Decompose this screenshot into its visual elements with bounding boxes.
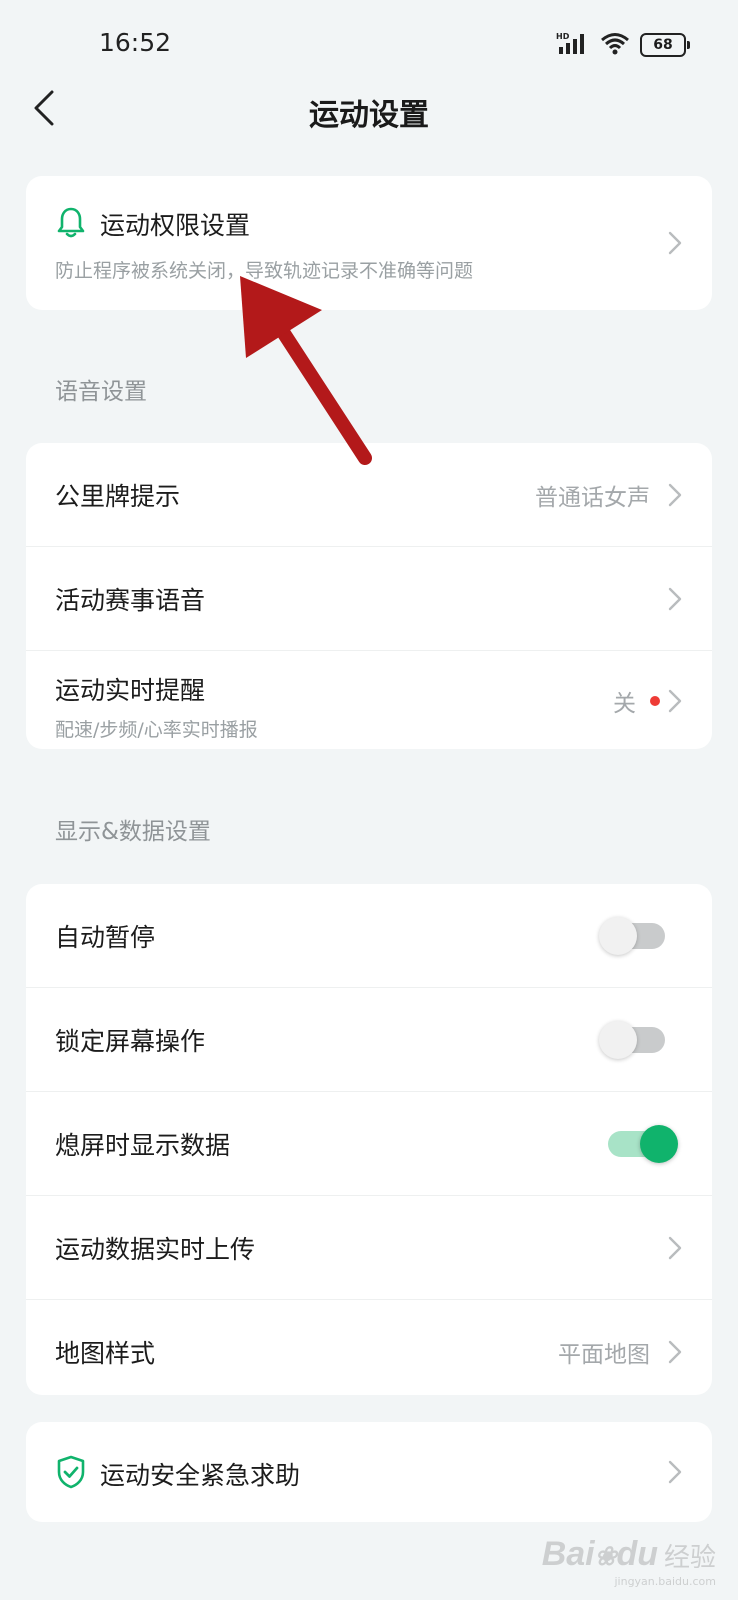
row-label: 运动数据实时上传 xyxy=(55,1234,256,1264)
emergency-help-title: 运动安全紧急求助 xyxy=(100,1461,301,1490)
watermark-text: 经验 xyxy=(663,1543,716,1573)
screen-off-data-toggle[interactable] xyxy=(608,1124,678,1163)
wifi-icon xyxy=(600,31,630,59)
row-map-style[interactable]: 地图样式 平面地图 xyxy=(26,1300,712,1395)
row-value: 普通话女声 xyxy=(535,484,650,511)
lock-screen-toggle[interactable] xyxy=(599,1020,665,1059)
row-label: 锁定屏幕操作 xyxy=(55,1026,206,1056)
signal-hd-icon: HD xyxy=(556,31,590,59)
permission-subtitle: 防止程序被系统关闭，导致轨迹记录不准确等问题 xyxy=(55,260,474,282)
status-icons: HD 68 xyxy=(556,30,690,60)
row-event-voice[interactable]: 活动赛事语音 xyxy=(26,547,712,651)
chevron-right-icon xyxy=(668,1340,682,1364)
permission-settings-card[interactable]: 运动权限设置 防止程序被系统关闭，导致轨迹记录不准确等问题 xyxy=(26,176,712,310)
chevron-right-icon xyxy=(668,587,682,611)
toggle-knob xyxy=(599,1020,637,1059)
display-settings-card: 自动暂停 锁定屏幕操作 熄屏时显示数据 运动数据实时上传 地图样式 平面地图 xyxy=(26,884,712,1395)
notification-dot xyxy=(650,696,660,706)
row-realtime-reminder[interactable]: 运动实时提醒 配速/步频/心率实时播报 关 xyxy=(26,651,712,749)
auto-pause-toggle[interactable] xyxy=(599,916,665,955)
section-label-display: 显示&数据设置 xyxy=(55,819,211,845)
watermark-url: jingyan.baidu.com xyxy=(614,1575,716,1588)
row-label: 公里牌提示 xyxy=(55,481,181,511)
battery-indicator: 68 xyxy=(640,33,690,57)
toggle-knob xyxy=(599,916,637,955)
emergency-help-card[interactable]: 运动安全紧急求助 xyxy=(26,1422,712,1522)
status-bar: 16:52 HD 68 xyxy=(0,0,738,88)
row-label: 熄屏时显示数据 xyxy=(55,1130,231,1160)
watermark-logo-tail: du xyxy=(616,1535,658,1573)
svg-text:HD: HD xyxy=(556,32,570,41)
paw-icon: ❀ xyxy=(594,1541,617,1571)
row-value: 平面地图 xyxy=(558,1341,650,1368)
permission-title: 运动权限设置 xyxy=(100,211,251,240)
chevron-right-icon xyxy=(668,1460,682,1484)
row-realtime-upload[interactable]: 运动数据实时上传 xyxy=(26,1196,712,1300)
row-lock-screen: 锁定屏幕操作 xyxy=(26,988,712,1092)
chevron-right-icon xyxy=(668,689,682,713)
row-label: 活动赛事语音 xyxy=(55,585,206,615)
page-title: 运动设置 xyxy=(309,98,429,133)
header: 运动设置 xyxy=(0,80,738,142)
row-kilometer-prompt[interactable]: 公里牌提示 普通话女声 xyxy=(26,443,712,547)
row-auto-pause: 自动暂停 xyxy=(26,884,712,988)
toggle-knob xyxy=(640,1124,678,1163)
watermark-logo-text: Bai xyxy=(541,1535,595,1573)
section-label-voice: 语音设置 xyxy=(55,379,147,405)
bell-icon xyxy=(56,206,86,242)
row-label: 运动实时提醒 xyxy=(55,676,206,705)
row-label: 地图样式 xyxy=(55,1338,156,1368)
row-screen-off-data: 熄屏时显示数据 xyxy=(26,1092,712,1196)
status-time: 16:52 xyxy=(99,28,172,57)
watermark-logo: Bai❀du xyxy=(542,1535,658,1574)
chevron-right-icon xyxy=(668,1236,682,1260)
baidu-watermark: Bai❀du 经验 jingyan.baidu.com xyxy=(542,1535,716,1588)
row-sub: 配速/步频/心率实时播报 xyxy=(55,719,258,741)
voice-settings-card: 公里牌提示 普通话女声 活动赛事语音 运动实时提醒 配速/步频/心率实时播报 关 xyxy=(26,443,712,749)
chevron-right-icon xyxy=(668,483,682,507)
row-label: 自动暂停 xyxy=(55,922,156,952)
shield-check-icon xyxy=(56,1455,86,1493)
chevron-right-icon xyxy=(668,231,682,255)
row-value: 关 xyxy=(613,691,636,717)
